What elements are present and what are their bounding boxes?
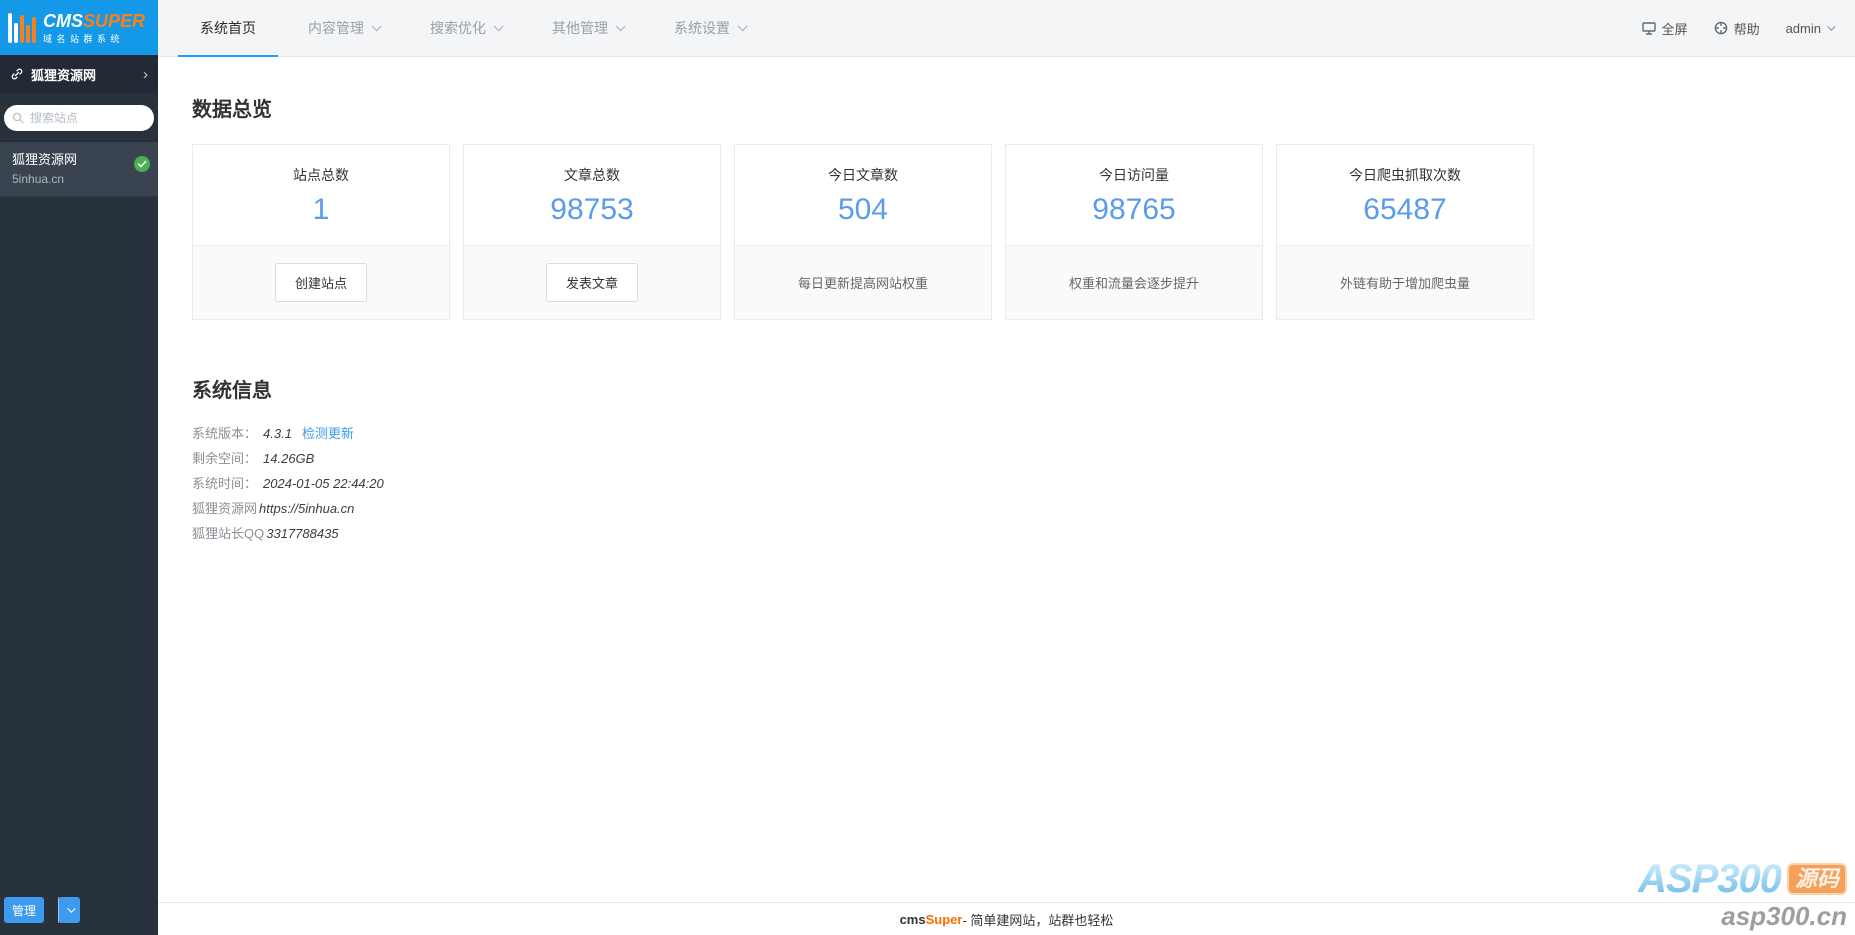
watermark-text: ASP300 [1638, 859, 1781, 899]
top-navbar: 系统首页 内容管理 搜索优化 其他管理 系统设置 全屏 帮助 admin [158, 0, 1855, 57]
card-title: 文章总数 [464, 165, 720, 185]
card-note: 权重和流量会逐步提升 [1069, 273, 1199, 292]
brand-name: CMSSUPER [43, 12, 145, 30]
info-label: 系统时间： [192, 471, 257, 496]
card-value: 1 [193, 193, 449, 227]
system-info-section: 系统信息 系统版本： 4.3.1 检测更新 剩余空间： 14.26GB 系统时间… [192, 374, 1821, 546]
site-name: 狐狸资源网 [12, 151, 146, 169]
tab-system-home[interactable]: 系统首页 [178, 0, 278, 56]
username: admin [1786, 21, 1821, 36]
info-label: 狐狸站长QQ [192, 521, 264, 546]
card-title: 今日文章数 [735, 165, 991, 185]
info-row-system-time: 系统时间： 2024-01-05 22:44:20 [192, 471, 1821, 496]
fullscreen-button[interactable]: 全屏 [1642, 19, 1688, 38]
add-site-dropdown-toggle[interactable] [58, 897, 80, 923]
tab-label: 搜索优化 [430, 18, 486, 38]
sidebar: CMSSUPER 域名站群系统 狐狸资源网 › 狐狸资源网 5inhua.cn … [0, 0, 158, 935]
stat-cards: 站点总数 1 创建站点 文章总数 98753 发表文章 今日文章数 504 每日… [192, 144, 1821, 320]
fullscreen-label: 全屏 [1662, 19, 1688, 38]
publish-article-button[interactable]: 发表文章 [546, 263, 638, 302]
card-title: 站点总数 [193, 165, 449, 185]
info-row-site-url: 狐狸资源网 https://5inhua.cn [192, 496, 1821, 521]
page-footer: cmsSuper - 简单建网站，站群也轻松 [158, 902, 1855, 935]
add-site-split-button[interactable]: 添加站点 [58, 897, 80, 923]
create-site-button[interactable]: 创建站点 [275, 263, 367, 302]
logo-bars-icon [8, 13, 36, 43]
help-label: 帮助 [1734, 19, 1760, 38]
search-icon [12, 112, 24, 124]
card-total-sites: 站点总数 1 创建站点 [192, 144, 450, 320]
site-list-item[interactable]: 狐狸资源网 5inhua.cn [0, 142, 158, 197]
help-icon [1714, 21, 1728, 35]
site-domain: 5inhua.cn [12, 171, 146, 187]
chevron-down-icon [372, 21, 382, 31]
chevron-right-icon: › [143, 66, 148, 83]
card-title: 今日访问量 [1006, 165, 1262, 185]
info-value: 2024-01-05 22:44:20 [263, 471, 384, 496]
card-note: 每日更新提高网站权重 [798, 273, 928, 292]
manage-button[interactable]: 管理 [4, 897, 44, 923]
current-site-name: 狐狸资源网 [31, 65, 96, 84]
tab-label: 系统首页 [200, 18, 256, 38]
info-row-version: 系统版本： 4.3.1 检测更新 [192, 421, 1821, 446]
app-logo: CMSSUPER 域名站群系统 [0, 0, 158, 55]
chevron-down-icon [1827, 22, 1835, 30]
chevron-down-icon [494, 21, 504, 31]
info-value: 4.3.1 [263, 421, 292, 446]
tab-system-settings[interactable]: 系统设置 [652, 0, 766, 56]
brand-subtitle: 域名站群系统 [43, 35, 145, 44]
site-search-input[interactable] [30, 111, 146, 125]
card-value: 65487 [1277, 193, 1533, 227]
card-value: 98765 [1006, 193, 1262, 227]
card-value: 504 [735, 193, 991, 227]
tab-content-management[interactable]: 内容管理 [286, 0, 400, 56]
card-today-articles: 今日文章数 504 每日更新提高网站权重 [734, 144, 992, 320]
info-value: https://5inhua.cn [259, 496, 354, 521]
footer-brand-cms: cms [900, 912, 926, 927]
info-value: 14.26GB [263, 446, 314, 471]
watermark-badge: 源码 [1787, 863, 1847, 895]
chevron-down-icon [616, 21, 626, 31]
link-icon [10, 67, 24, 81]
tab-label: 其他管理 [552, 18, 608, 38]
main-nav-tabs: 系统首页 内容管理 搜索优化 其他管理 系统设置 [178, 0, 774, 56]
monitor-icon [1642, 22, 1656, 35]
check-update-link[interactable]: 检测更新 [302, 421, 354, 446]
chevron-down-icon [738, 21, 748, 31]
brand-super: SUPER [83, 11, 145, 31]
card-value: 98753 [464, 193, 720, 227]
current-site-header[interactable]: 狐狸资源网 › [0, 55, 158, 93]
site-search-box[interactable] [4, 105, 154, 131]
system-info-title: 系统信息 [192, 374, 1821, 403]
footer-tagline: - 简单建网站，站群也轻松 [962, 910, 1113, 929]
site-status-ok-icon [134, 156, 150, 172]
watermark-domain: asp300.cn [1638, 903, 1847, 929]
chevron-down-icon [67, 904, 75, 912]
info-row-webmaster-qq: 狐狸站长QQ 3317788435 [192, 521, 1821, 546]
help-button[interactable]: 帮助 [1714, 19, 1760, 38]
user-menu[interactable]: admin [1786, 21, 1833, 36]
card-title: 今日爬虫抓取次数 [1277, 165, 1533, 185]
tab-label: 内容管理 [308, 18, 364, 38]
card-note: 外链有助于增加爬虫量 [1340, 273, 1470, 292]
info-value: 3317788435 [266, 521, 338, 546]
tab-search-optimization[interactable]: 搜索优化 [408, 0, 522, 56]
info-row-disk-space: 剩余空间： 14.26GB [192, 446, 1821, 471]
info-label: 狐狸资源网 [192, 496, 257, 521]
tab-label: 系统设置 [674, 18, 730, 38]
brand-cms: CMS [43, 11, 83, 31]
main-content: 数据总览 站点总数 1 创建站点 文章总数 98753 发表文章 今日文章数 5… [158, 57, 1855, 902]
asp300-watermark: ASP300 源码 asp300.cn [1638, 859, 1847, 929]
card-today-crawls: 今日爬虫抓取次数 65487 外链有助于增加爬虫量 [1276, 144, 1534, 320]
info-label: 系统版本： [192, 421, 257, 446]
footer-brand-super: Super [926, 912, 963, 927]
info-label: 剩余空间： [192, 446, 257, 471]
tab-other-management[interactable]: 其他管理 [530, 0, 644, 56]
card-total-articles: 文章总数 98753 发表文章 [463, 144, 721, 320]
card-today-visits: 今日访问量 98765 权重和流量会逐步提升 [1005, 144, 1263, 320]
overview-title: 数据总览 [192, 93, 1821, 122]
